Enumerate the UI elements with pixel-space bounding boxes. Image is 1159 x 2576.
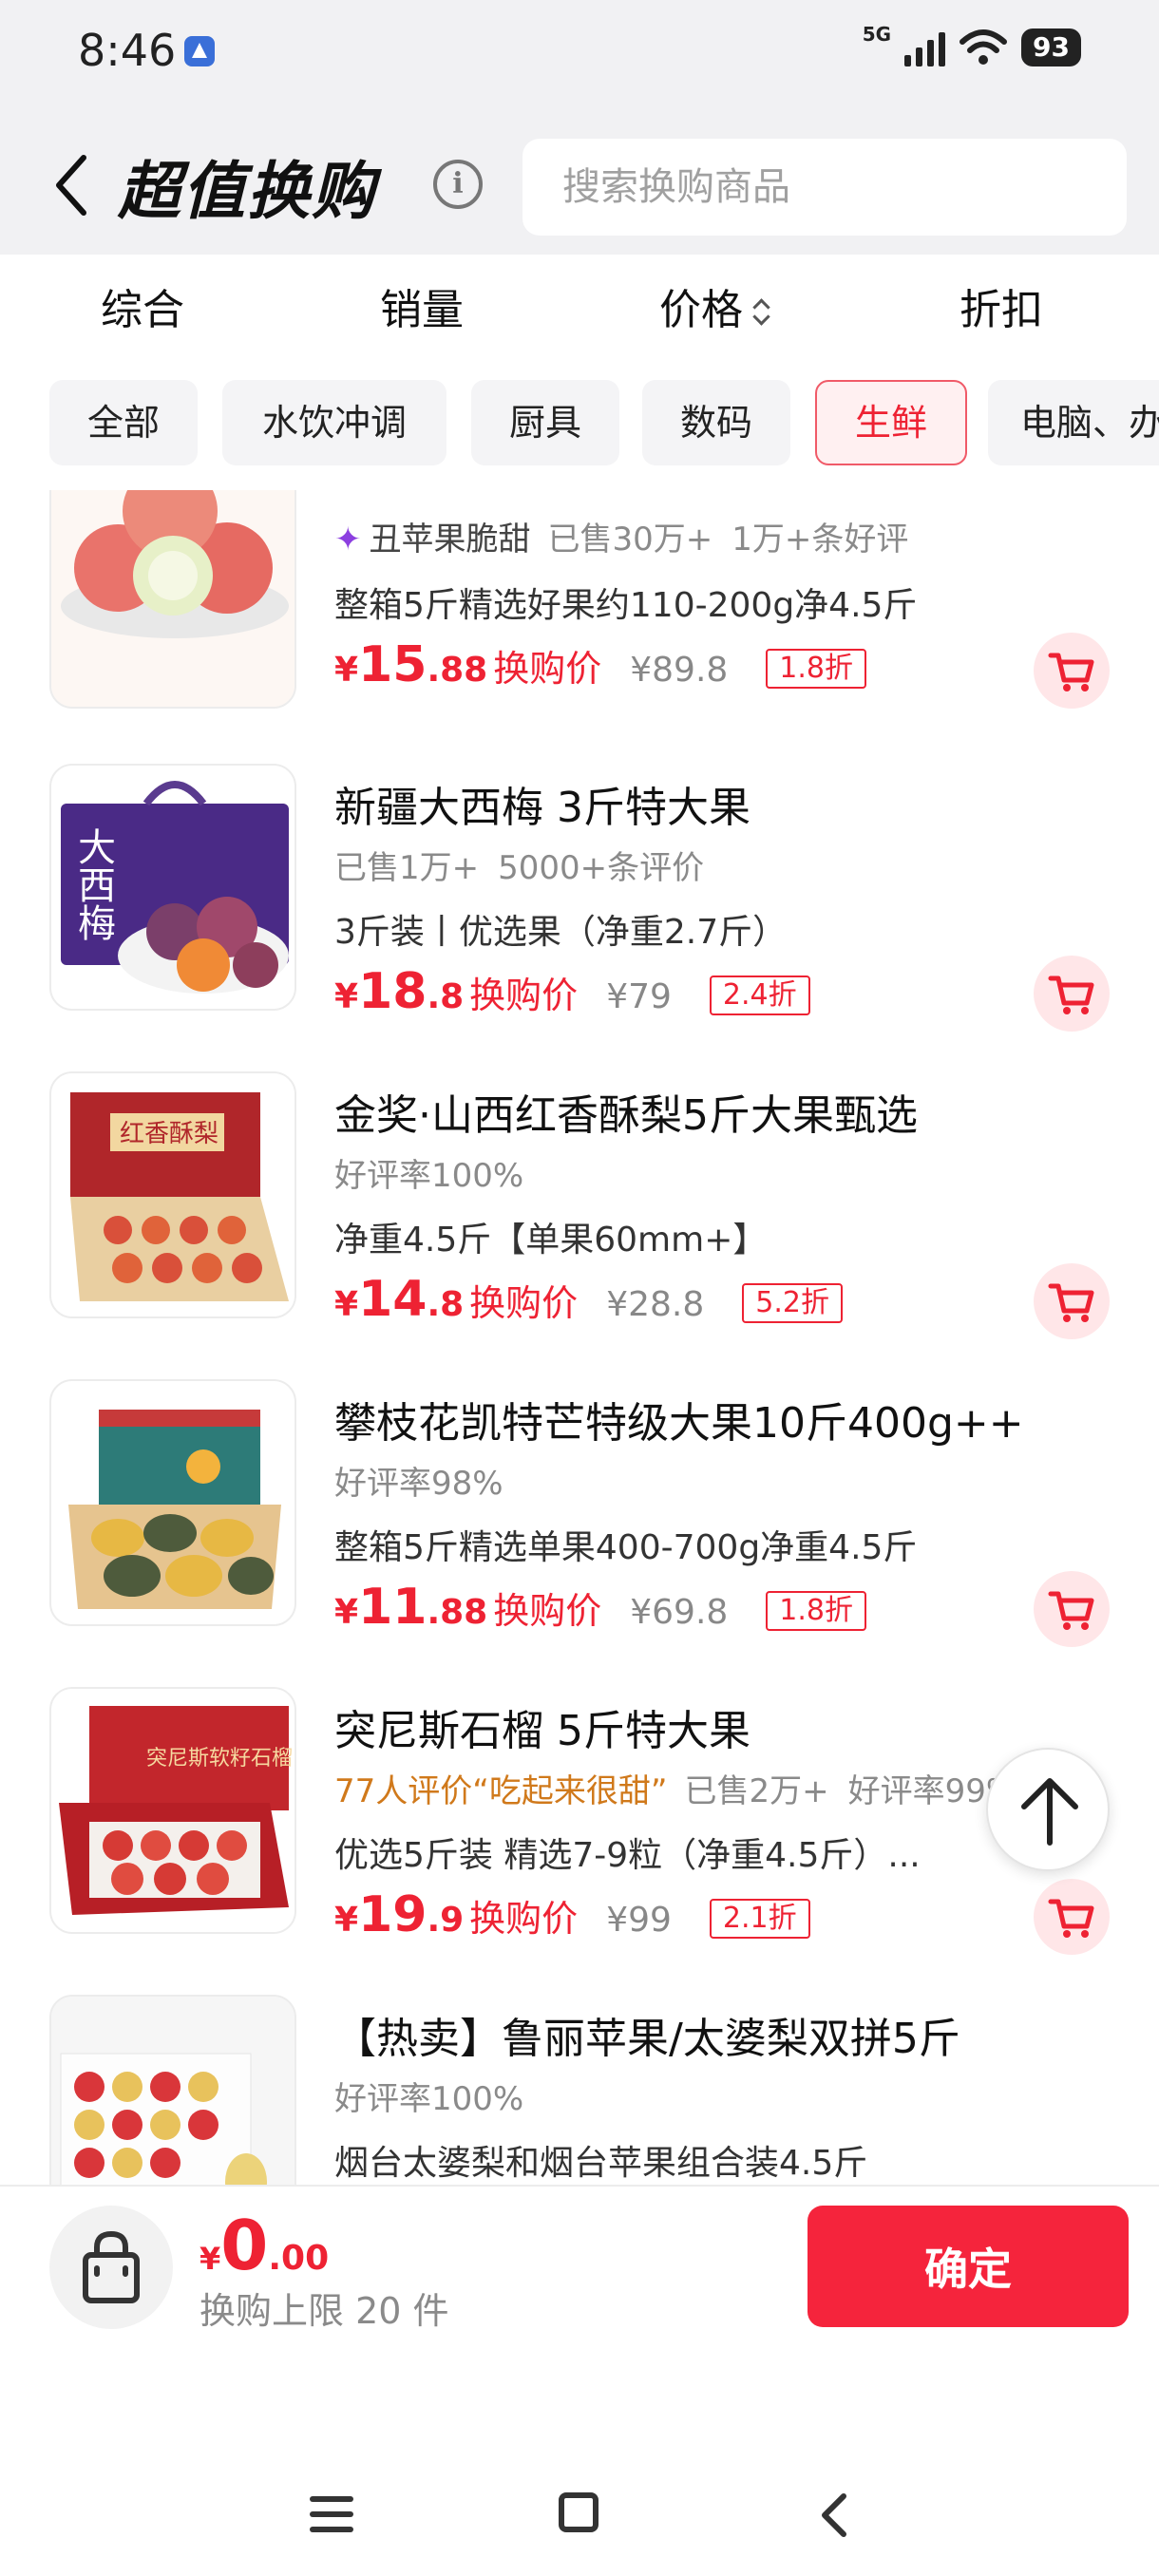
- product-item[interactable]: 【热卖】鲁丽苹果/太婆梨双拼5斤 好评率100% 烟台太婆梨和烟台苹果组合装4.…: [0, 1987, 1159, 2185]
- discount-badge: 2.1折: [709, 1899, 810, 1939]
- price-row: ¥14.8 换购价 ¥28.8 5.2折: [334, 1271, 843, 1328]
- svg-text:梅: 梅: [78, 902, 116, 946]
- product-title: 突尼斯石榴 5斤特大果: [334, 1707, 750, 1755]
- cart-icon: [1048, 1283, 1094, 1322]
- sparkle-icon: ✦: [334, 521, 362, 559]
- discount-badge: 2.4折: [709, 975, 810, 1015]
- product-meta: ✦ 丑苹果脆甜 已售30万+ 1万+条好评: [334, 521, 909, 559]
- wifi-icon: [960, 29, 1008, 65]
- sort-arrows-icon: [749, 294, 773, 331]
- shopping-bag-icon: [83, 2230, 140, 2303]
- signal-icon: [904, 28, 946, 66]
- sort-tab-sales[interactable]: 销量: [380, 275, 464, 336]
- product-image[interactable]: 大 西 梅: [49, 764, 296, 1011]
- add-cart-button[interactable]: [1034, 1571, 1110, 1647]
- header: 超值换购 i: [0, 123, 1159, 247]
- add-cart-button[interactable]: [1034, 956, 1110, 1032]
- discount-badge: 1.8折: [766, 1591, 867, 1631]
- price-row: ¥18.8 换购价 ¥79 2.4折: [334, 963, 810, 1020]
- product-desc: 3斤装丨优选果（净重2.7斤）: [334, 913, 788, 952]
- add-cart-button[interactable]: [1034, 1879, 1110, 1955]
- discount-badge: 1.8折: [766, 649, 867, 689]
- product-item[interactable]: 大 西 梅 新疆大西梅 3斤特大果 已售1万+ 5000+条评价 3斤装丨优选果（…: [0, 756, 1159, 1041]
- sort-tab-comprehensive[interactable]: 综合: [101, 275, 184, 336]
- confirm-button[interactable]: 确定: [808, 2206, 1129, 2327]
- product-title: 新疆大西梅 3斤特大果: [334, 784, 750, 832]
- back-icon[interactable]: [51, 152, 93, 218]
- status-indicators: 5G 93: [863, 23, 1081, 66]
- product-meta: 好评率98%: [334, 1465, 504, 1503]
- product-image[interactable]: [49, 1995, 296, 2185]
- cart-icon: [1048, 653, 1094, 691]
- product-desc: 优选5斤装 精选7-9粒（净重4.5斤）...: [334, 1836, 921, 1875]
- app-notification-icon: [184, 36, 215, 66]
- sort-tab-discount[interactable]: 折扣: [960, 275, 1043, 336]
- back-to-top-button[interactable]: [986, 1748, 1110, 1871]
- add-cart-button[interactable]: [1034, 633, 1110, 709]
- product-image[interactable]: [49, 490, 296, 709]
- category-chips: 全部 水饮冲调 厨具 数码 生鲜 电脑、办: [0, 378, 1159, 469]
- search-input[interactable]: [522, 139, 1127, 236]
- bottom-bar: ¥0.00 换购上限 20 件 确定: [0, 2185, 1159, 2337]
- cart-bag-button[interactable]: [49, 2206, 173, 2329]
- product-desc: 整箱5斤精选单果400-700g净重4.5斤: [334, 1528, 918, 1567]
- search-box[interactable]: [522, 139, 1127, 236]
- top-area: 8:46 5G 93 超值换购 i: [0, 0, 1159, 255]
- product-meta: 已售1万+ 5000+条评价: [334, 849, 705, 887]
- chip-kitchenware[interactable]: 厨具: [471, 380, 619, 465]
- product-desc: 净重4.5斤【单果60mm+】: [334, 1221, 768, 1260]
- chip-fresh[interactable]: 生鲜: [815, 380, 967, 465]
- menu-icon[interactable]: [310, 2496, 353, 2534]
- status-time: 8:46: [78, 25, 177, 76]
- page-title: 超值换购: [118, 155, 376, 228]
- total-price: ¥0.00: [200, 2206, 330, 2285]
- product-item[interactable]: 攀枝花凯特芒特级大果10斤400g++ 好评率98% 整箱5斤精选单果400-7…: [0, 1372, 1159, 1657]
- product-title: 【热卖】鲁丽苹果/太婆梨双拼5斤: [334, 2015, 960, 2063]
- price-row: ¥19.9 换购价 ¥99 2.1折: [334, 1886, 810, 1943]
- product-desc: 烟台太婆梨和烟台苹果组合装4.5斤: [334, 2144, 868, 2183]
- review-highlight: 77人评价“吃起来很甜”: [334, 1772, 668, 1810]
- product-image[interactable]: [49, 1379, 296, 1626]
- add-cart-button[interactable]: [1034, 1263, 1110, 1339]
- chip-all[interactable]: 全部: [49, 380, 198, 465]
- system-nav-bar: [0, 2337, 1159, 2576]
- product-item[interactable]: ✦ 丑苹果脆甜 已售30万+ 1万+条好评 整箱5斤精选好果约110-200g净4.5…: [0, 490, 1159, 747]
- product-title: 金奖·山西红香酥梨5斤大果甄选: [334, 1091, 918, 1140]
- info-icon[interactable]: i: [433, 160, 483, 209]
- product-title: 攀枝花凯特芒特级大果10斤400g++: [334, 1399, 1024, 1448]
- price-row: ¥11.88 换购价 ¥69.8 1.8折: [334, 1579, 867, 1636]
- product-image[interactable]: 突尼斯软籽石榴: [49, 1687, 296, 1934]
- cart-icon: [1048, 975, 1094, 1014]
- sort-tabs: 综合 销量 价格 折扣: [0, 255, 1159, 369]
- exchange-limit: 换购上限 20 件: [200, 2290, 449, 2332]
- product-meta: 好评率100%: [334, 1157, 524, 1195]
- chip-digital[interactable]: 数码: [642, 380, 790, 465]
- price-row: ¥15.88 换购价 ¥89.8 1.8折: [334, 636, 867, 693]
- nav-back-icon[interactable]: [813, 2492, 855, 2538]
- product-image[interactable]: 红香酥梨: [49, 1071, 296, 1318]
- network-type: 5G: [862, 23, 892, 46]
- cart-icon: [1048, 1899, 1094, 1938]
- chip-beverages[interactable]: 水饮冲调: [222, 380, 446, 465]
- product-desc: 整箱5斤精选好果约110-200g净4.5斤: [334, 586, 918, 625]
- arrow-up-icon: [1021, 1778, 1078, 1846]
- battery-icon: 93: [1021, 28, 1081, 66]
- product-list[interactable]: ✦ 丑苹果脆甜 已售30万+ 1万+条好评 整箱5斤精选好果约110-200g净4.5…: [0, 490, 1159, 2185]
- sort-tab-price[interactable]: 价格: [659, 275, 773, 336]
- discount-badge: 5.2折: [742, 1283, 843, 1323]
- status-bar: 8:46 5G 93: [0, 0, 1159, 104]
- chip-computer[interactable]: 电脑、办: [988, 380, 1159, 465]
- product-meta: 好评率100%: [334, 2080, 524, 2118]
- cart-icon: [1048, 1591, 1094, 1630]
- svg-text:红香酥梨: 红香酥梨: [120, 1120, 218, 1148]
- home-icon[interactable]: [559, 2492, 598, 2532]
- product-item[interactable]: 红香酥梨 金奖·山西红香酥梨5斤大果甄选 好评率100% 净重4.5斤【单果60…: [0, 1064, 1159, 1349]
- svg-text:突尼斯软籽石榴: 突尼斯软籽石榴: [146, 1747, 293, 1771]
- product-item[interactable]: 突尼斯软籽石榴 突尼斯石榴 5斤特大果 77人评价“吃起来很甜” 已售2万+ 好评率…: [0, 1679, 1159, 1964]
- product-meta: 77人评价“吃起来很甜” 已售2万+ 好评率99%: [334, 1772, 1017, 1810]
